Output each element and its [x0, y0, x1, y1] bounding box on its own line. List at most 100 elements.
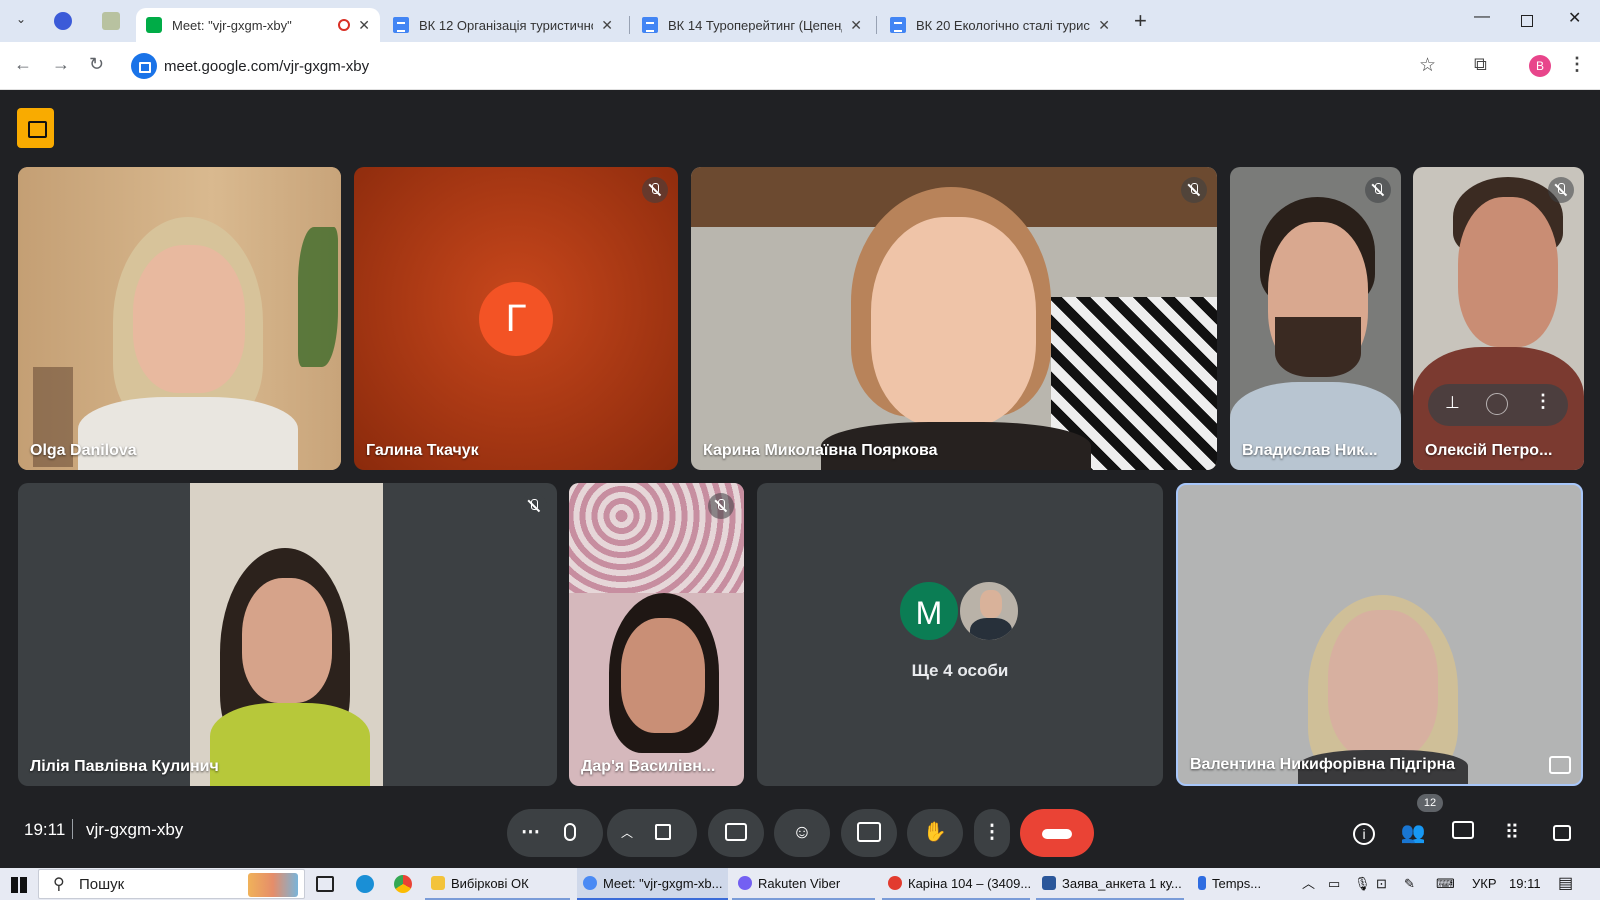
video-frame: [190, 483, 383, 786]
close-icon[interactable]: ✕: [1098, 17, 1110, 34]
search-icon: ⚲: [53, 876, 65, 893]
raise-hand-button[interactable]: ✋: [907, 809, 963, 857]
call-end-icon: [1042, 828, 1072, 839]
taskbar-item[interactable]: Вибіркові ОК: [425, 868, 570, 900]
end-call-button[interactable]: [1020, 809, 1094, 857]
back-icon[interactable]: ←: [14, 54, 32, 75]
captions-off-badge-icon[interactable]: [17, 108, 54, 148]
chat-button[interactable]: [1445, 815, 1481, 851]
tab-search-icon[interactable]: ⌄: [12, 12, 30, 30]
task-view-icon[interactable]: [316, 876, 334, 892]
captions-icon: [725, 823, 747, 841]
participant-tile[interactable]: Olga Danilova: [18, 167, 341, 470]
taskbar-search[interactable]: ⚲ Пошук: [38, 869, 305, 899]
camera-tray-icon[interactable]: ▭: [1328, 868, 1340, 900]
taskbar-item[interactable]: Meet: "vjr-gxgm-xb...: [577, 868, 728, 900]
display-tray-icon[interactable]: ⊡: [1376, 868, 1387, 900]
people-count-badge: 12: [1417, 794, 1443, 812]
more-options-button[interactable]: ⋮: [974, 809, 1010, 857]
host-controls-button[interactable]: [1544, 815, 1580, 851]
reload-icon[interactable]: ↻: [89, 54, 104, 75]
restore-icon[interactable]: [1521, 15, 1533, 27]
notifications-icon[interactable]: ▤: [1558, 868, 1573, 900]
mic-icon[interactable]: [564, 823, 576, 841]
tab-strip: ⌄ Meet: "vjr-gxgm-xby" ✕ ВК 12 Організац…: [0, 0, 1600, 42]
others-tile[interactable]: M Ще 4 особи: [757, 483, 1163, 786]
pen-tray-icon[interactable]: ✎: [1404, 868, 1415, 900]
forward-icon[interactable]: →: [52, 54, 70, 75]
participant-avatar: Г: [479, 282, 553, 356]
participant-tile[interactable]: Владислав Ник...: [1230, 167, 1401, 470]
profile-avatar[interactable]: B: [1529, 55, 1551, 77]
viber-icon: [738, 876, 752, 890]
minimize-icon[interactable]: —: [1474, 8, 1490, 26]
captions-button[interactable]: [708, 809, 764, 857]
tab-doc-12[interactable]: ВК 12 Організація туристично ✕: [383, 8, 623, 42]
participant-tile[interactable]: Лілія Павлівна Кулинич: [18, 483, 557, 786]
suit: [970, 618, 1012, 640]
chrome-profile-icon: [888, 876, 902, 890]
more-vert-icon[interactable]: ⋮: [1534, 391, 1552, 412]
face: [621, 618, 705, 733]
face: [980, 590, 1002, 618]
close-icon[interactable]: ✕: [358, 17, 370, 34]
raise-hand-icon: ✋: [923, 822, 947, 843]
mic-options-icon[interactable]: ⋯: [521, 809, 540, 857]
url-text[interactable]: meet.google.com/vjr-gxgm-xby: [164, 58, 369, 75]
participant-tile[interactable]: Карина Миколаївна Пояркова: [691, 167, 1217, 470]
camera-icon[interactable]: [655, 824, 671, 840]
mic-off-icon: [642, 177, 668, 203]
docs-icon: [393, 17, 409, 33]
meet-control-bar: 19:11 vjr-gxgm-xby ⋯ ︿ ☺ ✋ ⋮ i 👥 12 ⠿: [0, 794, 1600, 868]
taskbar-item[interactable]: Заява_анкета 1 ку...: [1036, 868, 1184, 900]
participant-tile[interactable]: Дар'я Василівн...: [569, 483, 744, 786]
start-icon[interactable]: [11, 877, 27, 893]
face: [1328, 610, 1438, 760]
url-omnibox[interactable]: meet.google.com/vjr-gxgm-xby ☆: [127, 49, 1444, 83]
participant-name: Лілія Павлівна Кулинич: [30, 758, 219, 775]
extensions-icon[interactable]: ⧉: [1474, 54, 1487, 75]
close-icon[interactable]: ✕: [601, 17, 613, 34]
edge-icon[interactable]: [356, 875, 374, 893]
pin-icon[interactable]: ⊥: [1445, 393, 1460, 413]
language-indicator[interactable]: УКР: [1472, 868, 1497, 900]
meeting-details-button[interactable]: i: [1346, 815, 1382, 851]
mic-off-icon: [1181, 177, 1207, 203]
mic-off-icon: [1365, 177, 1391, 203]
taskbar-item[interactable]: Каріна 104 – (3409...: [882, 868, 1030, 900]
pinned-tab-icon[interactable]: [54, 12, 72, 30]
mic-tray-icon[interactable]: 🎙: [1354, 868, 1371, 900]
tab-meet[interactable]: Meet: "vjr-gxgm-xby" ✕: [136, 8, 380, 42]
chrome-icon[interactable]: [394, 875, 412, 893]
close-icon[interactable]: ✕: [850, 17, 862, 34]
close-window-icon[interactable]: ✕: [1568, 8, 1581, 28]
tab-doc-20[interactable]: ВК 20 Екологічно сталі туристи ✕: [880, 8, 1120, 42]
keyboard-icon[interactable]: ⌨: [1436, 868, 1455, 900]
taskbar-item[interactable]: Rakuten Viber: [732, 868, 875, 900]
participant-tile[interactable]: Г Галина Ткачук: [354, 167, 678, 470]
meeting-code: vjr-gxgm-xby: [86, 820, 184, 839]
picture-in-picture-icon[interactable]: [1549, 756, 1571, 774]
beard: [1275, 317, 1361, 377]
emoji-button[interactable]: ☺: [774, 809, 830, 857]
people-button[interactable]: 👥: [1395, 815, 1431, 851]
host-controls-icon: [1553, 825, 1571, 841]
tab-doc-14[interactable]: ВК 14 Туроперейтинг (Цепенд ✕: [632, 8, 872, 42]
participant-tile-active-speaker[interactable]: Валентина Никифорівна Підгірна: [1176, 483, 1583, 786]
taskbar-clock[interactable]: 19:11: [1509, 868, 1541, 900]
camera-options-icon[interactable]: ︿: [621, 809, 633, 857]
tray-chevron-icon[interactable]: ︿: [1302, 868, 1315, 900]
participant-name: Olga Danilova: [30, 442, 137, 459]
site-info-icon[interactable]: [131, 53, 157, 79]
activities-button[interactable]: ⠿: [1494, 815, 1530, 851]
mic-off-icon: [1548, 177, 1574, 203]
tile-hover-controls: ⊥ ⋮: [1428, 384, 1568, 426]
pinned-tab-icon[interactable]: [102, 12, 120, 30]
new-tab-button[interactable]: +: [1134, 8, 1147, 34]
taskbar-item[interactable]: Temps...: [1192, 868, 1284, 900]
mute-participant-icon[interactable]: [1486, 393, 1508, 415]
browser-menu-icon[interactable]: ⋮: [1568, 54, 1586, 75]
docs-icon: [642, 17, 658, 33]
bookmark-star-icon[interactable]: ☆: [1419, 54, 1436, 77]
present-button[interactable]: [841, 809, 897, 857]
